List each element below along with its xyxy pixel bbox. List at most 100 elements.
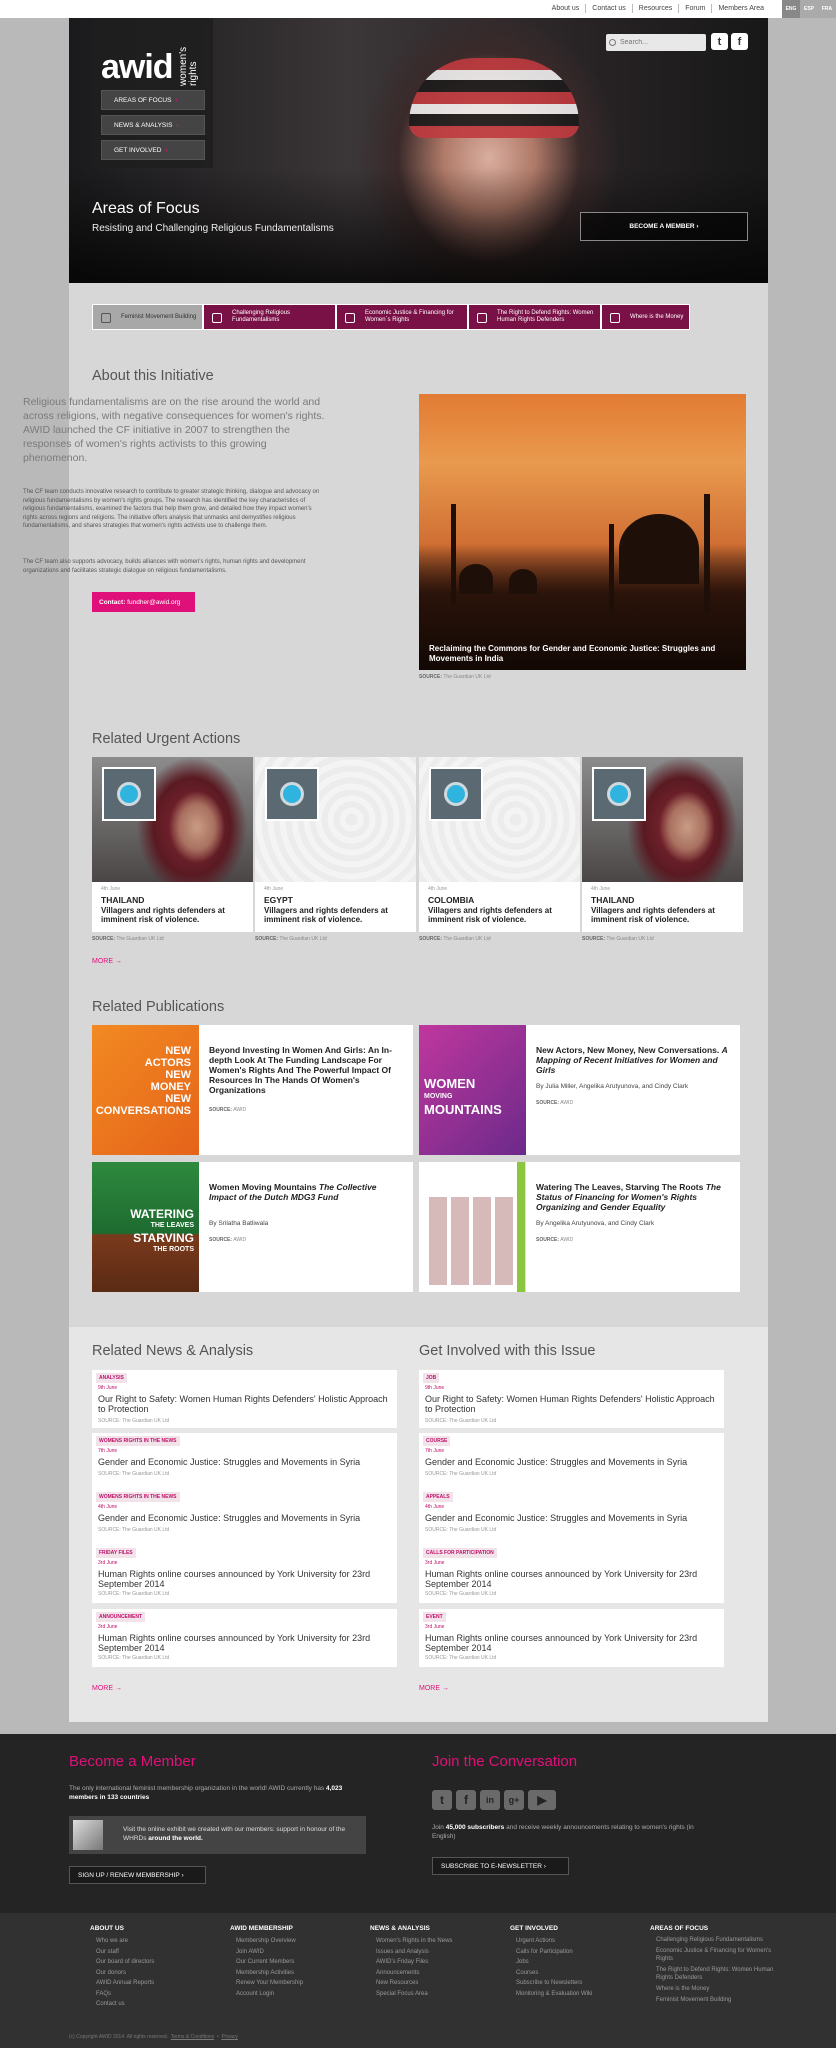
- footer-link[interactable]: Economic Justice & Financing for Women's…: [650, 1947, 780, 1963]
- menu-get-involved[interactable]: GET INVOLVED ›: [101, 140, 205, 160]
- signup-button[interactable]: SIGN UP / RENEW MEMBERSHIP ›: [69, 1866, 206, 1884]
- involved-item[interactable]: JOB 9th June Our Right to Safety: Women Hu…: [419, 1370, 724, 1428]
- news-item[interactable]: WOMENS RIGHTS IN THE NEWS 7th June Gender …: [92, 1433, 397, 1491]
- publication-card[interactable]: WATERING THE LEAVES STARVING THE ROOTS W…: [92, 1162, 413, 1292]
- footer-link[interactable]: Calls for Participation: [510, 1947, 592, 1958]
- footer-link[interactable]: Our staff: [90, 1947, 154, 1958]
- chevron-right-icon: ›: [175, 96, 178, 104]
- menu-news-analysis[interactable]: NEWS & ANALYSIS ›: [101, 115, 205, 135]
- footer-link[interactable]: Our donors: [90, 1968, 154, 1979]
- more-link[interactable]: MORE →: [92, 1685, 122, 1692]
- footer-link[interactable]: Account Login: [230, 1989, 303, 2000]
- terms-link[interactable]: Terms & Conditions: [171, 2034, 214, 2040]
- logo[interactable]: awid women's rights AREAS OF FOCUS › NEWS…: [93, 18, 213, 168]
- urgent-action-card[interactable]: 4th June THAILAND Villagers and rights d…: [582, 757, 743, 932]
- involved-item[interactable]: CALLS FOR PARTICIPATION 3rd June Human Rig…: [419, 1545, 724, 1603]
- footer-link[interactable]: Announcements: [370, 1968, 452, 1979]
- footer-link[interactable]: Monitoring & Evaluation Wiki: [510, 1989, 592, 2000]
- footer-link[interactable]: Special Focus Area: [370, 1989, 452, 2000]
- nav-resources[interactable]: Resources: [633, 4, 680, 13]
- nav-about-us[interactable]: About us: [546, 4, 587, 13]
- footer-link[interactable]: FAQs: [90, 1989, 154, 2000]
- tab-economic-justice[interactable]: Economic Justice & Financing for Women´s…: [336, 304, 468, 330]
- footer-link[interactable]: Our Current Members: [230, 1957, 303, 1968]
- linkedin-icon[interactable]: in: [480, 1790, 500, 1810]
- about-paragraph: The CF team also supports advocacy, buil…: [23, 559, 306, 574]
- footer-link[interactable]: Join AWID: [230, 1947, 303, 1958]
- publication-card[interactable]: WOMEN MOVING MOUNTAINS New Actors, New M…: [419, 1025, 740, 1155]
- urgent-action-card[interactable]: 4th June THAILAND Villagers and rights d…: [92, 757, 253, 932]
- footer-column: ABOUT US Who we are Our staff Our board …: [90, 1925, 154, 2010]
- search-input[interactable]: [606, 34, 706, 51]
- footer-link[interactable]: Urgent Actions: [510, 1936, 592, 1947]
- involved-item[interactable]: EVENT 3rd June Human Rights online courses…: [419, 1609, 724, 1667]
- footer-link[interactable]: Issues and Analysis: [370, 1947, 452, 1958]
- publication-title: Women Moving Mountains The Collective Im…: [209, 1182, 377, 1202]
- card-source: SOURCE: The Guardian UK Ltd: [419, 936, 491, 942]
- footer-link[interactable]: Courses: [510, 1968, 592, 1979]
- section-title: Related Publications: [92, 999, 225, 1015]
- page-title: Areas of Focus: [92, 200, 200, 217]
- tab-challenging-religious-fundamentalisms[interactable]: Challenging Religious Fundamentalisms: [203, 304, 336, 330]
- become-member-button[interactable]: BECOME A MEMBER ›: [580, 212, 748, 241]
- news-item[interactable]: ANNOUNCEMENT 3rd June Human Rights online …: [92, 1609, 397, 1667]
- footer-link[interactable]: New Resources: [370, 1978, 452, 1989]
- menu-areas-of-focus[interactable]: AREAS OF FOCUS ›: [101, 90, 205, 110]
- footer-link[interactable]: Jobs: [510, 1957, 592, 1968]
- tab-where-is-the-money[interactable]: Where is the Money: [601, 304, 690, 330]
- news-item[interactable]: WOMENS RIGHTS IN THE NEWS 4th June Gender …: [92, 1489, 397, 1547]
- feature-caption[interactable]: Reclaiming the Commons for Gender and Ec…: [429, 644, 739, 664]
- footer-link[interactable]: Renew Your Membership: [230, 1978, 303, 1989]
- publication-title: New Actors, New Money, New Conversations…: [536, 1045, 728, 1075]
- footer-link[interactable]: Where is the Money: [650, 1985, 780, 1993]
- facebook-icon[interactable]: f: [731, 33, 748, 50]
- feature-image[interactable]: Reclaiming the Commons for Gender and Ec…: [419, 394, 746, 670]
- youtube-icon[interactable]: ▶: [528, 1790, 556, 1810]
- involved-item[interactable]: COURSE 7th June Gender and Economic Justic…: [419, 1433, 724, 1491]
- card-country: EGYPT: [264, 895, 293, 905]
- twitter-icon[interactable]: t: [432, 1790, 452, 1810]
- card-text: Villagers and rights defenders at immine…: [591, 906, 715, 924]
- card-source: SOURCE: The Guardian UK Ltd: [255, 936, 327, 942]
- exhibit-promo[interactable]: Visit the online exhibit we created with…: [69, 1816, 366, 1854]
- google-plus-icon[interactable]: g+: [504, 1790, 524, 1810]
- tab-feminist-movement-building[interactable]: Feminist Movement Building: [92, 304, 203, 330]
- publication-card[interactable]: NEW ACTORS NEW MONEY NEW CONVERSATIONS Beyo…: [92, 1025, 413, 1155]
- section-title: Related News & Analysis: [92, 1343, 254, 1359]
- footer-link[interactable]: Contact us: [90, 1999, 154, 2010]
- subscribe-button[interactable]: SUBSCRIBE TO E-NEWSLETTER ›: [432, 1857, 569, 1875]
- footer-link[interactable]: The Right to Defend Rights: Women Human …: [650, 1966, 780, 1982]
- footer-link[interactable]: Membership Activities: [230, 1968, 303, 1979]
- lang-esp[interactable]: ESP: [800, 0, 818, 18]
- more-link[interactable]: MORE →: [419, 1685, 449, 1692]
- news-item[interactable]: FRIDAY FILES 3rd June Human Rights online …: [92, 1545, 397, 1603]
- footer-link[interactable]: Our board of directors: [90, 1957, 154, 1968]
- section-title: Get Involved with this Issue: [419, 1343, 596, 1359]
- contact-button[interactable]: Contact: fundher@awid.org: [92, 592, 195, 612]
- involved-item[interactable]: APPEALS 4th June Gender and Economic Justi…: [419, 1489, 724, 1547]
- footer-link[interactable]: Challenging Religious Fundamentalisms: [650, 1936, 780, 1944]
- footer-link[interactable]: Subscribe to Newsletters: [510, 1978, 592, 1989]
- lang-eng[interactable]: ENG: [782, 0, 800, 18]
- publication-card[interactable]: Watering The Leaves, Starving The Roots …: [419, 1162, 740, 1292]
- conversation-title: Join the Conversation: [432, 1753, 578, 1770]
- footer-link[interactable]: AWID Annual Reports: [90, 1978, 154, 1989]
- nav-contact-us[interactable]: Contact us: [586, 4, 633, 13]
- arrow-right-icon: →: [441, 1685, 449, 1692]
- footer-link[interactable]: Feminist Movement Building: [650, 1996, 780, 2004]
- footer-link[interactable]: AWID's Friday Files: [370, 1957, 452, 1968]
- facebook-icon[interactable]: f: [456, 1790, 476, 1810]
- footer-link[interactable]: Women's Rights in the News: [370, 1936, 452, 1947]
- privacy-link[interactable]: Privacy: [221, 2034, 237, 2040]
- news-item[interactable]: ANALYSIS 9th June Our Right to Safety: Wom…: [92, 1370, 397, 1428]
- tab-right-to-defend-rights[interactable]: The Right to Defend Rights: Women Human …: [468, 304, 601, 330]
- urgent-action-card[interactable]: 4th June COLOMBIA Villagers and rights d…: [419, 757, 580, 932]
- nav-members-area[interactable]: Members Area: [712, 4, 770, 13]
- lang-fra[interactable]: FRA: [818, 0, 836, 18]
- urgent-action-card[interactable]: 4th June EGYPT Villagers and rights defe…: [255, 757, 416, 932]
- footer-link[interactable]: Membership Overview: [230, 1936, 303, 1947]
- more-link[interactable]: MORE →: [92, 958, 122, 965]
- footer-link[interactable]: Who we are: [90, 1936, 154, 1947]
- twitter-icon[interactable]: t: [711, 33, 728, 50]
- nav-forum[interactable]: Forum: [679, 4, 713, 13]
